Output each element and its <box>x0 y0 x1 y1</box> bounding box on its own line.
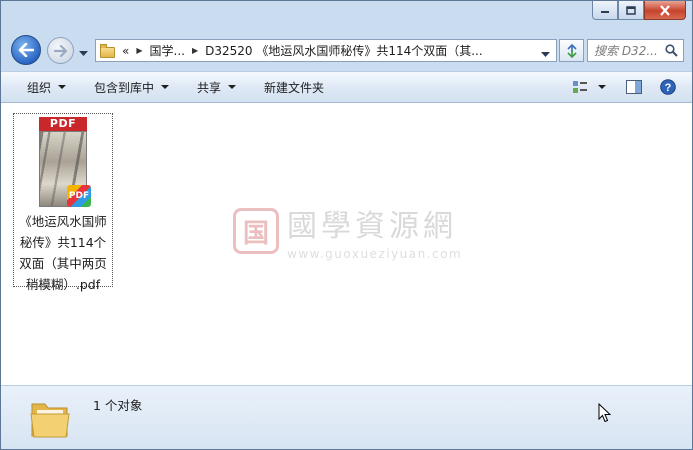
chevron-down-icon <box>228 85 237 89</box>
include-in-library-label: 包含到库中 <box>94 80 155 95</box>
svg-text:?: ? <box>665 82 672 94</box>
preview-pane-icon <box>626 80 642 94</box>
minimize-icon <box>601 11 609 13</box>
arrow-right-icon <box>53 44 67 57</box>
pdf-file-icon: PDF <box>67 185 91 207</box>
caption-buttons <box>592 1 686 20</box>
breadcrumb-overflow[interactable]: « <box>122 44 129 58</box>
maximize-button[interactable] <box>618 1 644 20</box>
file-name[interactable]: 《地运风水国师秘传》共114个双面（其中两页稍模糊）.pdf <box>16 211 110 295</box>
organize-button[interactable]: 组织 <box>1 72 80 102</box>
address-history-dropdown[interactable] <box>541 47 550 61</box>
folder-icon <box>30 403 70 438</box>
watermark: 国 國學資源網 www.guoxueziyuan.com <box>233 201 462 261</box>
new-folder-label: 新建文件夹 <box>264 80 325 95</box>
preview-pane-button[interactable] <box>622 72 656 102</box>
new-folder-button[interactable]: 新建文件夹 <box>250 72 338 102</box>
file-list-pane[interactable]: PDF PDF 《地运风水国师秘传》共114个双面（其中两页稍模糊）.pdf 国… <box>1 103 692 385</box>
pdf-thumbnail: PDF PDF <box>39 117 91 207</box>
maximize-icon <box>626 5 636 15</box>
refresh-icon <box>566 43 577 58</box>
chevron-down-icon <box>58 85 67 89</box>
watermark-seal-icon: 国 <box>233 208 279 254</box>
details-pane: 1 个对象 <box>1 385 692 449</box>
search-box[interactable]: 搜索 D32... <box>587 39 684 62</box>
chevron-down-icon <box>161 85 170 89</box>
folder-icon <box>100 43 116 58</box>
breadcrumb-separator-icon[interactable]: ▶ <box>192 46 198 55</box>
share-button[interactable]: 共享 <box>183 72 250 102</box>
view-controls: ? <box>568 72 692 102</box>
close-button[interactable] <box>644 1 686 20</box>
help-button[interactable]: ? <box>656 72 692 102</box>
minimize-button[interactable] <box>592 1 618 20</box>
file-item[interactable]: PDF PDF 《地运风水国师秘传》共114个双面（其中两页稍模糊）.pdf <box>13 113 113 292</box>
command-bar: 组织 包含到库中 共享 新建文件夹 ? <box>1 71 692 103</box>
refresh-button[interactable] <box>559 39 584 62</box>
navigation-bar: « ▶ 国学... ▶ D32520 《地运风水国师秘传》共114个双面（其..… <box>9 33 684 67</box>
organize-label: 组织 <box>27 80 52 95</box>
watermark-title: 國學資源網 <box>287 209 457 244</box>
view-tiles-icon <box>573 81 587 93</box>
chevron-down-icon <box>541 52 550 57</box>
share-label: 共享 <box>197 80 222 95</box>
chevron-down-icon <box>79 51 88 56</box>
item-count: 1 个对象 <box>93 398 143 413</box>
address-bar[interactable]: « ▶ 国学... ▶ D32520 《地运风水国师秘传》共114个双面（其..… <box>95 39 557 62</box>
mouse-cursor-icon <box>598 403 611 423</box>
watermark-url: www.guoxueziyuan.com <box>287 247 463 261</box>
forward-button[interactable] <box>47 37 74 64</box>
breadcrumb-item-guoxue[interactable]: 国学... <box>150 42 185 59</box>
search-icon[interactable] <box>665 44 678 57</box>
back-button[interactable] <box>11 35 41 65</box>
pdf-thumb-header: PDF <box>39 117 87 131</box>
recent-pages-dropdown[interactable] <box>79 46 88 60</box>
change-view-button[interactable] <box>568 72 592 102</box>
view-options-dropdown[interactable] <box>592 72 622 102</box>
breadcrumb-separator-icon[interactable]: ▶ <box>136 46 142 55</box>
close-icon <box>660 4 670 16</box>
search-input[interactable]: 搜索 D32... <box>594 42 665 59</box>
chevron-down-icon <box>598 85 606 89</box>
include-in-library-button[interactable]: 包含到库中 <box>80 72 183 102</box>
breadcrumb-item-current[interactable]: D32520 《地运风水国师秘传》共114个双面（其... <box>205 42 483 59</box>
explorer-window: « ▶ 国学... ▶ D32520 《地运风水国师秘传》共114个双面（其..… <box>0 0 693 450</box>
help-icon: ? <box>660 79 676 95</box>
arrow-left-icon <box>18 43 34 57</box>
